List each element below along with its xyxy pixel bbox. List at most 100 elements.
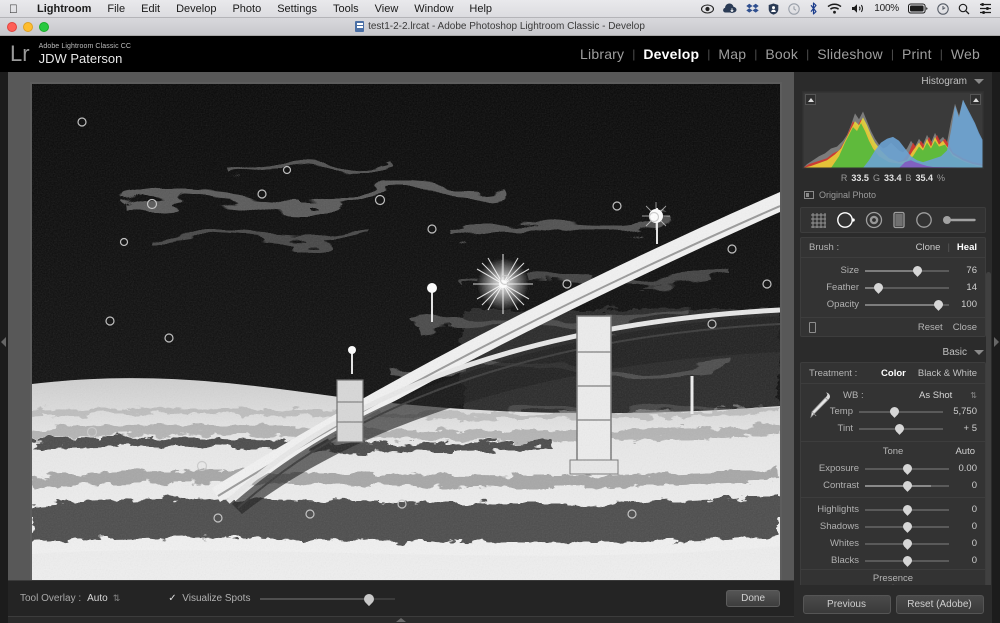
module-develop[interactable]: Develop	[635, 46, 707, 62]
menu-item-photo[interactable]: Photo	[224, 3, 269, 15]
spot-close-button[interactable]: Close	[953, 322, 977, 333]
module-library[interactable]: Library	[572, 46, 632, 62]
right-panel-scrollbar[interactable]	[986, 272, 991, 602]
blacks-slider[interactable]	[865, 553, 949, 567]
radial-filter-icon[interactable]	[915, 211, 933, 229]
collapse-right-panel-icon[interactable]	[994, 337, 999, 347]
original-photo-row[interactable]: Original Photo	[794, 186, 992, 203]
temp-slider[interactable]	[859, 404, 943, 418]
close-window-button[interactable]	[7, 22, 17, 32]
menu-item-view[interactable]: View	[367, 3, 407, 15]
shadow-clipping-indicator[interactable]	[805, 94, 816, 105]
minimize-window-button[interactable]	[23, 22, 33, 32]
wb-stepper-icon[interactable]: ⇅	[970, 391, 977, 400]
white-balance-selector-icon[interactable]	[808, 390, 834, 425]
time-machine-icon[interactable]	[937, 2, 949, 15]
right-panel-edge[interactable]	[992, 72, 1000, 623]
menu-item-window[interactable]: Window	[406, 3, 461, 15]
bluetooth-icon[interactable]	[809, 2, 818, 15]
size-slider[interactable]	[865, 263, 949, 277]
tool-overlay-stepper-icon[interactable]: ⇅	[113, 594, 121, 603]
control-center-icon[interactable]	[979, 3, 992, 14]
slider-knob[interactable]	[887, 404, 901, 418]
visualize-spots-checkbox[interactable]: ✓	[168, 594, 177, 604]
done-button[interactable]: Done	[726, 590, 780, 607]
expand-filmstrip-icon[interactable]	[396, 618, 406, 622]
treatment-bw-option[interactable]: Black & White	[918, 368, 977, 379]
develop-image-canvas[interactable]	[32, 84, 780, 580]
menu-item-help[interactable]: Help	[461, 3, 500, 15]
tint-value[interactable]: + 5	[943, 423, 977, 434]
adjustment-brush-icon[interactable]	[942, 213, 977, 227]
red-eye-icon[interactable]	[865, 211, 883, 229]
brush-mode-clone[interactable]: Clone	[916, 242, 941, 253]
zoom-window-button[interactable]	[39, 22, 49, 32]
feather-slider[interactable]	[865, 280, 949, 294]
pin-toggle-icon[interactable]	[809, 321, 816, 333]
visualize-spots-control[interactable]: ✓ Visualize Spots	[168, 593, 250, 604]
filmstrip-collapsed[interactable]	[8, 616, 794, 623]
menu-item-tools[interactable]: Tools	[325, 3, 367, 15]
slider-knob[interactable]	[910, 263, 924, 277]
cloud-download-icon[interactable]	[723, 3, 737, 14]
slider-knob[interactable]	[892, 421, 906, 435]
tint-slider[interactable]	[859, 421, 943, 435]
tool-overlay-value[interactable]: Auto	[87, 593, 108, 604]
slider-knob[interactable]	[900, 461, 914, 475]
highlights-slider[interactable]	[865, 502, 949, 516]
temp-value[interactable]: 5,750	[943, 406, 977, 417]
menu-item-file[interactable]: File	[99, 3, 133, 15]
slider-knob[interactable]	[932, 297, 946, 311]
opacity-slider[interactable]	[865, 297, 949, 311]
module-map[interactable]: Map	[710, 46, 754, 62]
menu-item-edit[interactable]: Edit	[133, 3, 168, 15]
chevron-down-icon[interactable]	[974, 350, 984, 355]
slider-knob[interactable]	[362, 591, 377, 606]
tone-auto-button[interactable]: Auto	[955, 446, 975, 457]
eye-accessibility-icon[interactable]	[701, 3, 715, 14]
battery-icon[interactable]	[908, 3, 928, 14]
reset-adobe-button[interactable]: Reset (Adobe)	[895, 594, 984, 614]
treatment-color-option[interactable]: Color	[881, 368, 906, 379]
contrast-value[interactable]: 0	[949, 480, 977, 491]
exposure-value[interactable]: 0.00	[949, 463, 978, 474]
highlights-value[interactable]: 0	[949, 504, 977, 515]
brush-mode-heal[interactable]: Heal	[957, 242, 977, 253]
size-value[interactable]: 76	[949, 265, 977, 276]
spotlight-search-icon[interactable]	[958, 3, 970, 15]
left-panel-collapsed[interactable]	[0, 72, 8, 623]
histogram-graph[interactable]	[802, 91, 984, 169]
spot-removal-icon[interactable]	[836, 211, 856, 229]
wifi-icon[interactable]	[827, 3, 842, 14]
shadows-slider[interactable]	[865, 519, 949, 533]
menu-item-develop[interactable]: Develop	[168, 3, 224, 15]
dropbox-icon[interactable]	[746, 3, 759, 14]
expand-left-panel-icon[interactable]	[1, 337, 6, 347]
slider-knob[interactable]	[900, 478, 914, 492]
exposure-slider[interactable]	[865, 461, 949, 475]
opacity-value[interactable]: 100	[949, 299, 977, 310]
histogram-panel-header[interactable]: Histogram	[794, 72, 992, 91]
slider-knob[interactable]	[900, 519, 914, 533]
contrast-slider[interactable]	[865, 478, 949, 492]
chevron-down-icon[interactable]	[974, 79, 984, 84]
module-web[interactable]: Web	[943, 46, 988, 62]
shadows-value[interactable]: 0	[949, 521, 977, 532]
highlight-clipping-indicator[interactable]	[970, 94, 981, 105]
slider-knob[interactable]	[872, 280, 885, 294]
spot-reset-button[interactable]: Reset	[918, 322, 943, 333]
crop-overlay-icon[interactable]	[810, 212, 827, 228]
slider-knob[interactable]	[900, 553, 914, 567]
slider-knob[interactable]	[900, 502, 914, 516]
whites-slider[interactable]	[865, 536, 949, 550]
lightroom-identity-plate[interactable]: Lr Adobe Lightroom Classic CC JDW Paters…	[10, 42, 131, 67]
previous-button[interactable]: Previous	[802, 594, 891, 614]
volume-icon[interactable]	[851, 3, 865, 14]
shield-location-icon[interactable]	[768, 3, 779, 15]
basic-panel-header[interactable]: Basic	[794, 343, 992, 362]
module-book[interactable]: Book	[757, 46, 806, 62]
feather-value[interactable]: 14	[949, 282, 977, 293]
module-slideshow[interactable]: Slideshow	[809, 46, 891, 62]
module-print[interactable]: Print	[894, 46, 940, 62]
menu-item-settings[interactable]: Settings	[269, 3, 325, 15]
